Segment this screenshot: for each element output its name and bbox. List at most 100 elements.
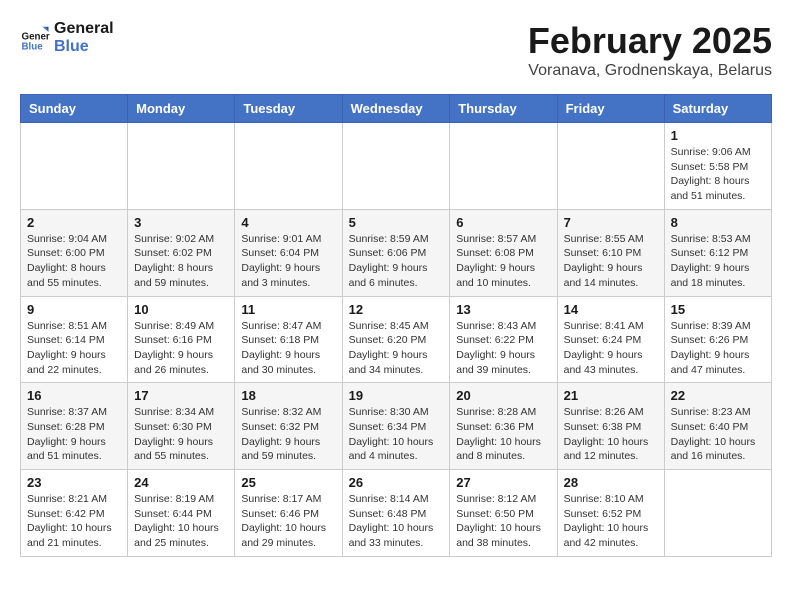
- calendar-day-2: 2 Sunrise: 9:04 AM Sunset: 6:00 PM Daylig…: [21, 209, 128, 296]
- day-info: Sunrise: 8:45 AM Sunset: 6:20 PM Dayligh…: [349, 319, 444, 378]
- day-info: Sunrise: 8:23 AM Sunset: 6:40 PM Dayligh…: [671, 405, 765, 464]
- day-number: 21: [564, 388, 658, 403]
- calendar-day-6: 6 Sunrise: 8:57 AM Sunset: 6:08 PM Daylig…: [450, 209, 557, 296]
- calendar-day-24: 24Sunrise: 8:19 AM Sunset: 6:44 PM Dayli…: [128, 470, 235, 557]
- day-info: Sunrise: 8:12 AM Sunset: 6:50 PM Dayligh…: [456, 492, 550, 551]
- day-info: Sunrise: 8:47 AM Sunset: 6:18 PM Dayligh…: [241, 319, 335, 378]
- day-info: Sunrise: 8:14 AM Sunset: 6:48 PM Dayligh…: [349, 492, 444, 551]
- day-number: 23: [27, 475, 121, 490]
- day-number: 13: [456, 302, 550, 317]
- calendar-day-28: 28 Sunrise: 8:10 AM Sunset: 6:52 PM Dayli…: [557, 470, 664, 557]
- day-number: 3: [134, 215, 228, 230]
- calendar-day-7: 7 Sunrise: 8:55 AM Sunset: 6:10 PM Daylig…: [557, 209, 664, 296]
- day-info: Sunrise: 8:57 AM Sunset: 6:08 PM Dayligh…: [456, 232, 550, 291]
- day-number: 4: [241, 215, 335, 230]
- calendar-week-row: 2 Sunrise: 9:04 AM Sunset: 6:00 PM Daylig…: [21, 209, 772, 296]
- day-number: 9: [27, 302, 121, 317]
- calendar-day-10: 10 Sunrise: 8:49 AM Sunset: 6:16 PM Dayli…: [128, 296, 235, 383]
- day-info: Sunrise: 8:43 AM Sunset: 6:22 PM Dayligh…: [456, 319, 550, 378]
- calendar-day-11: 11 Sunrise: 8:47 AM Sunset: 6:18 PM Dayli…: [235, 296, 342, 383]
- calendar-week-row: 1Sunrise: 9:06 AM Sunset: 5:58 PM Daylig…: [21, 123, 772, 210]
- day-number: 26: [349, 475, 444, 490]
- weekday-header-monday: Monday: [128, 95, 235, 123]
- svg-text:Blue: Blue: [22, 41, 44, 52]
- day-number: 28: [564, 475, 658, 490]
- day-info: Sunrise: 8:26 AM Sunset: 6:38 PM Dayligh…: [564, 405, 658, 464]
- calendar-day-3: 3 Sunrise: 9:02 AM Sunset: 6:02 PM Daylig…: [128, 209, 235, 296]
- day-info: Sunrise: 9:01 AM Sunset: 6:04 PM Dayligh…: [241, 232, 335, 291]
- day-number: 5: [349, 215, 444, 230]
- calendar-day-14: 14 Sunrise: 8:41 AM Sunset: 6:24 PM Dayli…: [557, 296, 664, 383]
- day-number: 17: [134, 388, 228, 403]
- day-info: Sunrise: 8:59 AM Sunset: 6:06 PM Dayligh…: [349, 232, 444, 291]
- day-number: 22: [671, 388, 765, 403]
- day-number: 11: [241, 302, 335, 317]
- day-number: 16: [27, 388, 121, 403]
- calendar-empty-cell: [342, 123, 450, 210]
- day-info: Sunrise: 8:17 AM Sunset: 6:46 PM Dayligh…: [241, 492, 335, 551]
- weekday-header-friday: Friday: [557, 95, 664, 123]
- day-info: Sunrise: 9:06 AM Sunset: 5:58 PM Dayligh…: [671, 145, 765, 204]
- day-info: Sunrise: 8:30 AM Sunset: 6:34 PM Dayligh…: [349, 405, 444, 464]
- calendar-title: February 2025 Voranava, Grodnenskaya, Be…: [528, 20, 772, 80]
- calendar-day-15: 15Sunrise: 8:39 AM Sunset: 6:26 PM Dayli…: [664, 296, 771, 383]
- day-info: Sunrise: 9:04 AM Sunset: 6:00 PM Dayligh…: [27, 232, 121, 291]
- day-info: Sunrise: 8:37 AM Sunset: 6:28 PM Dayligh…: [27, 405, 121, 464]
- day-info: Sunrise: 9:02 AM Sunset: 6:02 PM Dayligh…: [134, 232, 228, 291]
- calendar-day-9: 9 Sunrise: 8:51 AM Sunset: 6:14 PM Daylig…: [21, 296, 128, 383]
- calendar-day-19: 19 Sunrise: 8:30 AM Sunset: 6:34 PM Dayli…: [342, 383, 450, 470]
- day-number: 10: [134, 302, 228, 317]
- calendar-day-17: 17Sunrise: 8:34 AM Sunset: 6:30 PM Dayli…: [128, 383, 235, 470]
- day-number: 7: [564, 215, 658, 230]
- day-info: Sunrise: 8:41 AM Sunset: 6:24 PM Dayligh…: [564, 319, 658, 378]
- calendar-empty-cell: [664, 470, 771, 557]
- logo: General Blue General Blue: [20, 20, 114, 56]
- weekday-header-sunday: Sunday: [21, 95, 128, 123]
- day-info: Sunrise: 8:19 AM Sunset: 6:44 PM Dayligh…: [134, 492, 228, 551]
- day-info: Sunrise: 8:49 AM Sunset: 6:16 PM Dayligh…: [134, 319, 228, 378]
- calendar-table: SundayMondayTuesdayWednesdayThursdayFrid…: [20, 94, 772, 557]
- logo-general: General: [54, 20, 114, 38]
- day-number: 14: [564, 302, 658, 317]
- logo-blue: Blue: [54, 38, 114, 56]
- calendar-empty-cell: [557, 123, 664, 210]
- calendar-day-21: 21 Sunrise: 8:26 AM Sunset: 6:38 PM Dayli…: [557, 383, 664, 470]
- weekday-header-row: SundayMondayTuesdayWednesdayThursdayFrid…: [21, 95, 772, 123]
- day-info: Sunrise: 8:21 AM Sunset: 6:42 PM Dayligh…: [27, 492, 121, 551]
- day-number: 18: [241, 388, 335, 403]
- calendar-day-13: 13 Sunrise: 8:43 AM Sunset: 6:22 PM Dayli…: [450, 296, 557, 383]
- calendar-day-12: 12 Sunrise: 8:45 AM Sunset: 6:20 PM Dayli…: [342, 296, 450, 383]
- day-info: Sunrise: 8:55 AM Sunset: 6:10 PM Dayligh…: [564, 232, 658, 291]
- calendar-empty-cell: [235, 123, 342, 210]
- day-info: Sunrise: 8:53 AM Sunset: 6:12 PM Dayligh…: [671, 232, 765, 291]
- calendar-day-26: 26 Sunrise: 8:14 AM Sunset: 6:48 PM Dayli…: [342, 470, 450, 557]
- calendar-day-22: 22 Sunrise: 8:23 AM Sunset: 6:40 PM Dayli…: [664, 383, 771, 470]
- day-info: Sunrise: 8:32 AM Sunset: 6:32 PM Dayligh…: [241, 405, 335, 464]
- calendar-week-row: 9 Sunrise: 8:51 AM Sunset: 6:14 PM Daylig…: [21, 296, 772, 383]
- day-info: Sunrise: 8:51 AM Sunset: 6:14 PM Dayligh…: [27, 319, 121, 378]
- weekday-header-saturday: Saturday: [664, 95, 771, 123]
- weekday-header-tuesday: Tuesday: [235, 95, 342, 123]
- calendar-day-16: 16 Sunrise: 8:37 AM Sunset: 6:28 PM Dayli…: [21, 383, 128, 470]
- calendar-empty-cell: [21, 123, 128, 210]
- day-number: 12: [349, 302, 444, 317]
- day-number: 2: [27, 215, 121, 230]
- calendar-day-27: 27 Sunrise: 8:12 AM Sunset: 6:50 PM Dayli…: [450, 470, 557, 557]
- day-number: 8: [671, 215, 765, 230]
- calendar-day-4: 4 Sunrise: 9:01 AM Sunset: 6:04 PM Daylig…: [235, 209, 342, 296]
- day-number: 27: [456, 475, 550, 490]
- calendar-day-18: 18 Sunrise: 8:32 AM Sunset: 6:32 PM Dayli…: [235, 383, 342, 470]
- month-year: February 2025: [528, 20, 772, 62]
- weekday-header-wednesday: Wednesday: [342, 95, 450, 123]
- location: Voranava, Grodnenskaya, Belarus: [528, 62, 772, 80]
- day-info: Sunrise: 8:10 AM Sunset: 6:52 PM Dayligh…: [564, 492, 658, 551]
- day-number: 20: [456, 388, 550, 403]
- day-number: 19: [349, 388, 444, 403]
- day-number: 25: [241, 475, 335, 490]
- calendar-day-8: 8 Sunrise: 8:53 AM Sunset: 6:12 PM Daylig…: [664, 209, 771, 296]
- calendar-day-25: 25 Sunrise: 8:17 AM Sunset: 6:46 PM Dayli…: [235, 470, 342, 557]
- logo-icon: General Blue: [20, 23, 50, 53]
- calendar-week-row: 23 Sunrise: 8:21 AM Sunset: 6:42 PM Dayli…: [21, 470, 772, 557]
- day-number: 6: [456, 215, 550, 230]
- calendar-empty-cell: [128, 123, 235, 210]
